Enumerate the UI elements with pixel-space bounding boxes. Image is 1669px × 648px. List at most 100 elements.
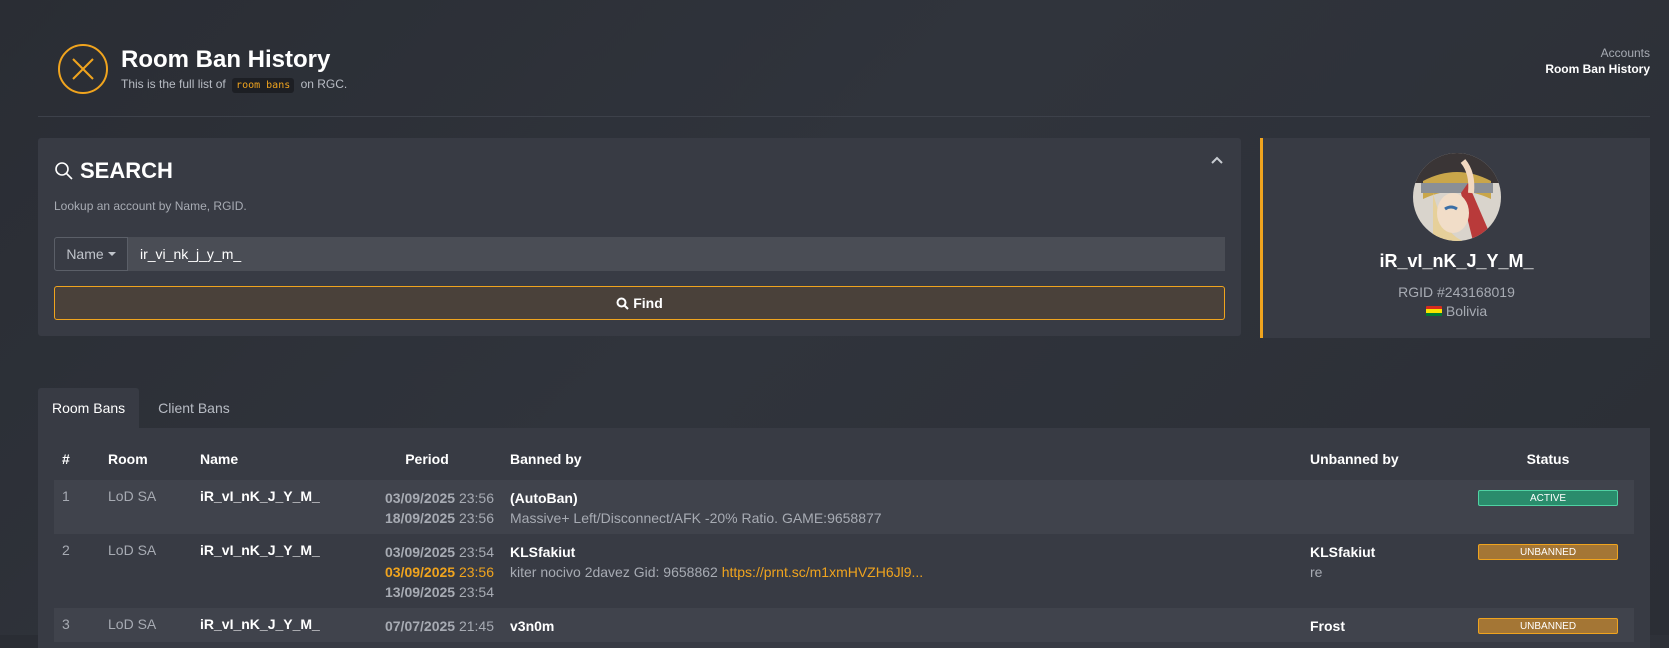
- col-period: Period: [405, 451, 449, 467]
- ban-reason-link[interactable]: https://prnt.sc/m1xmHVZH6Jl9...: [722, 564, 924, 580]
- ban-reason-text: kiter nocivo 2davez Gid: 9658862: [510, 564, 718, 580]
- period-line: 03/09/2025 23:56: [360, 488, 494, 508]
- row-period: 03/09/2025 23:54 03/09/2025 23:56 13/09/20…: [352, 534, 502, 608]
- table-header-row: # Room Name Period Banned by Unbanned by…: [54, 438, 1634, 480]
- col-room: Room: [108, 451, 148, 467]
- breadcrumb-accounts[interactable]: Accounts: [1545, 46, 1650, 60]
- page-title: Room Ban History: [121, 46, 331, 73]
- subtitle-text-end: on RGC.: [300, 77, 348, 91]
- period-time: 23:56: [458, 510, 494, 526]
- banned-by-name: (AutoBan): [510, 490, 578, 506]
- page-subtitle: This is the full list of room bans on RG…: [121, 77, 348, 93]
- col-status: Status: [1526, 451, 1570, 467]
- banned-by-name: KLSfakiut: [510, 544, 576, 560]
- row-player-name[interactable]: iR_vI_nK_J_Y_M_: [192, 608, 352, 642]
- period-time: 21:45: [458, 618, 494, 634]
- row-number: 3: [54, 608, 100, 642]
- period-date: 03/09/2025: [384, 544, 456, 560]
- ban-x-icon: [58, 44, 108, 94]
- page-header: Room Ban History This is the full list o…: [38, 36, 1650, 116]
- find-button-label: Find: [633, 295, 663, 311]
- status-badge: UNBANNED: [1478, 618, 1618, 634]
- row-unbanned-by: KLSfakiut re: [1302, 534, 1462, 608]
- search-input-group: Name: [54, 237, 1225, 271]
- tab-room-bans[interactable]: Room Bans: [38, 388, 140, 428]
- search-description: Lookup an account by Name, RGID.: [54, 199, 247, 213]
- avatar: [1413, 153, 1501, 241]
- col-banned-by: Banned by: [510, 451, 582, 467]
- period-time: 23:56: [458, 564, 494, 580]
- period-date: 13/09/2025: [384, 584, 456, 600]
- period-line: 13/09/2025 23:54: [360, 582, 494, 602]
- row-room: LoD SA: [100, 608, 192, 642]
- profile-country: Bolivia: [1263, 303, 1650, 319]
- find-button[interactable]: Find: [54, 286, 1225, 320]
- row-player-name[interactable]: iR_vI_nK_J_Y_M_: [192, 480, 352, 534]
- profile-rgid: RGID #243168019: [1398, 284, 1515, 300]
- period-line: 18/09/2025 23:56: [360, 508, 494, 528]
- row-banned-by: KLSfakiut kiter nocivo 2davez Gid: 965886…: [502, 534, 1302, 608]
- ban-tabs: Room Bans Client Bans: [38, 388, 249, 428]
- col-name: Name: [200, 451, 239, 467]
- profile-card: iR_vI_nK_J_Y_M_ RGID #243168019 Bolivia: [1260, 138, 1650, 338]
- period-line: 03/09/2025 23:54: [360, 542, 494, 562]
- bolivia-flag-icon: [1425, 305, 1442, 317]
- row-player-name[interactable]: iR_vI_nK_J_Y_M_: [192, 534, 352, 608]
- unban-reason: re: [1310, 564, 1323, 580]
- period-date: 18/09/2025: [384, 510, 456, 526]
- banned-by-name: v3n0m: [510, 618, 555, 634]
- search-type-label: Name: [66, 246, 104, 262]
- search-input[interactable]: [128, 237, 1225, 271]
- row-room: LoD SA: [100, 480, 192, 534]
- row-unbanned-by: Frost: [1302, 608, 1462, 642]
- caret-down-icon: [107, 252, 116, 256]
- ban-reason-text: Massive+ Left/Disconnect/AFK -20% Ratio.…: [510, 510, 882, 526]
- row-banned-by: v3n0m: [502, 608, 1302, 642]
- subtitle-code: room bans: [232, 78, 295, 93]
- bans-table: # Room Name Period Banned by Unbanned by…: [54, 438, 1634, 642]
- breadcrumb: Accounts Room Ban History: [1545, 46, 1650, 76]
- row-number: 1: [54, 480, 100, 534]
- period-line: 03/09/2025 23:56: [360, 562, 494, 582]
- ban-reason: kiter nocivo 2davez Gid: 9658862 https:/…: [510, 562, 1294, 582]
- row-unbanned-by: [1302, 480, 1462, 534]
- search-heading: SEARCH: [54, 158, 173, 184]
- country-name: Bolivia: [1445, 303, 1488, 319]
- status-badge: UNBANNED: [1478, 544, 1618, 560]
- table-row: 1 LoD SA iR_vI_nK_J_Y_M_ 03/09/2025 23:56 18…: [54, 480, 1634, 534]
- search-icon: [55, 162, 73, 180]
- row-status: UNBANNED: [1462, 534, 1634, 608]
- row-room: LoD SA: [100, 534, 192, 608]
- period-line: 07/07/2025 21:45: [360, 616, 494, 636]
- row-period: 03/09/2025 23:56 18/09/2025 23:56: [352, 480, 502, 534]
- table-row: 3 LoD SA iR_vI_nK_J_Y_M_ 07/07/2025 21:45 v3…: [54, 608, 1634, 642]
- row-status: ACTIVE: [1462, 480, 1634, 534]
- search-type-dropdown[interactable]: Name: [54, 237, 128, 271]
- row-number: 2: [54, 534, 100, 608]
- col-unbanned-by: Unbanned by: [1310, 451, 1399, 467]
- breadcrumb-current: Room Ban History: [1545, 62, 1650, 76]
- chevron-up-icon[interactable]: [1207, 152, 1227, 172]
- search-title: SEARCH: [80, 158, 173, 183]
- period-time: 23:54: [458, 584, 494, 600]
- unbanned-by-name: KLSfakiut: [1310, 544, 1376, 560]
- period-date: 07/07/2025: [384, 618, 456, 634]
- search-icon: [616, 297, 629, 310]
- bans-table-panel: # Room Name Period Banned by Unbanned by…: [38, 428, 1650, 648]
- search-panel: SEARCH Lookup an account by Name, RGID. …: [38, 138, 1241, 336]
- profile-name: iR_vI_nK_J_Y_M_: [1379, 251, 1534, 271]
- period-date: 03/09/2025: [384, 564, 456, 580]
- row-banned-by: (AutoBan) Massive+ Left/Disconnect/AFK -2…: [502, 480, 1302, 534]
- row-period: 07/07/2025 21:45: [352, 608, 502, 642]
- period-time: 23:56: [458, 490, 494, 506]
- period-time: 23:54: [458, 544, 494, 560]
- row-status: UNBANNED: [1462, 608, 1634, 642]
- tab-client-bans[interactable]: Client Bans: [139, 388, 249, 428]
- col-num: #: [62, 451, 70, 467]
- header-divider: [38, 116, 1650, 117]
- period-date: 03/09/2025: [384, 490, 456, 506]
- subtitle-text: This is the full list of: [121, 77, 226, 91]
- ban-reason: Massive+ Left/Disconnect/AFK -20% Ratio.…: [510, 508, 1294, 528]
- status-badge: ACTIVE: [1478, 490, 1618, 506]
- table-row: 2 LoD SA iR_vI_nK_J_Y_M_ 03/09/2025 23:54 03…: [54, 534, 1634, 608]
